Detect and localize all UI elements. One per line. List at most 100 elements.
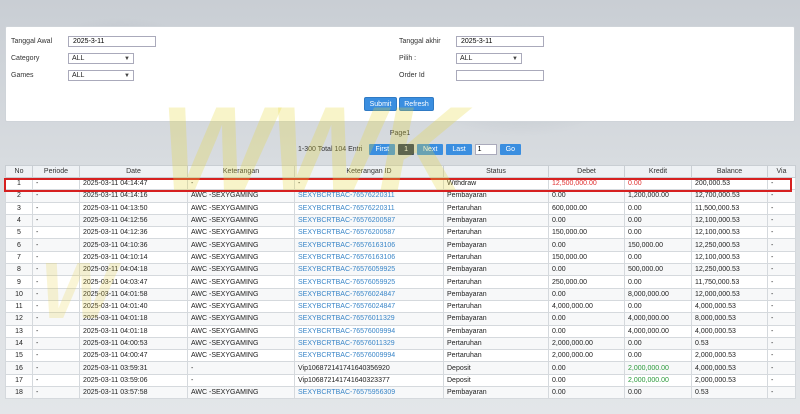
cell-date: 2025-03-11 04:01:18 xyxy=(79,312,188,326)
games-label: Games xyxy=(11,72,34,79)
chevron-down-icon: ▼ xyxy=(124,55,130,62)
cell-kredit: 0.00 xyxy=(624,336,692,351)
cell-date: 2025-03-11 04:13:50 xyxy=(79,201,188,215)
table-row: 8-2025-03-11 04:04:18 AWC -SEXYGAMING SEXY… xyxy=(5,263,796,277)
cell-keterangan-id[interactable]: SEXYBCRTBAC-76576011329 xyxy=(294,336,444,351)
cell-kredit: 8,000,000.00 xyxy=(624,287,692,301)
cell-no: 4 xyxy=(5,213,33,228)
tanggal-awal-input[interactable] xyxy=(68,36,156,47)
table-row: 6-2025-03-11 04:10:36 AWC -SEXYGAMING SEXY… xyxy=(5,238,796,252)
order-id-input[interactable] xyxy=(456,70,544,81)
pilih-select[interactable]: ALL ▼ xyxy=(456,53,522,64)
table-row: 18-2025-03-11 03:57:58 AWC -SEXYGAMING SEX… xyxy=(5,386,796,400)
cell-periode: - xyxy=(32,373,80,388)
tanggal-akhir-row: Tanggal akhir xyxy=(399,36,544,47)
cell-keterangan-id[interactable]: SEXYBCRTBAC-76576200587 xyxy=(294,226,444,240)
cell-kredit: 0.00 xyxy=(624,299,692,314)
cell-keterangan-id[interactable]: SEXYBCRTBAC-76576009994 xyxy=(294,324,444,338)
cell-keterangan-id[interactable]: SEXYBCRTBAC-76576059925 xyxy=(294,275,444,289)
cell-keterangan: AWC -SEXYGAMING xyxy=(187,238,295,252)
cell-balance: 12,100,000.53 xyxy=(691,250,768,265)
cell-debet: 250,000.00 xyxy=(548,275,625,289)
cell-date: 2025-03-11 04:12:36 xyxy=(79,226,188,240)
chevron-down-icon: ▼ xyxy=(512,55,518,62)
cell-via: - xyxy=(767,336,796,351)
cell-status: Pertaruhan xyxy=(443,349,549,363)
refresh-button[interactable]: Refresh xyxy=(399,97,434,111)
cell-date: 2025-03-11 04:00:47 xyxy=(79,349,188,363)
cell-periode: - xyxy=(32,299,80,314)
cell-keterangan-id[interactable]: SEXYBCRTBAC-76576024847 xyxy=(294,299,444,314)
cell-no: 17 xyxy=(5,373,33,388)
pilih-select-value: ALL xyxy=(460,55,473,62)
cell-periode: - xyxy=(32,336,80,351)
cell-via: - xyxy=(767,373,796,388)
cell-keterangan-id[interactable]: SEXYBCRTBAC-76576163106 xyxy=(294,250,444,265)
cell-keterangan-id[interactable]: SEXYBCRTBAC-76576220311 xyxy=(294,201,444,215)
cell-kredit: 0.00 xyxy=(624,386,692,400)
col-header-status: Status xyxy=(443,165,549,178)
cell-date: 2025-03-11 04:01:58 xyxy=(79,287,188,301)
first-page-button[interactable]: First xyxy=(369,144,396,155)
last-page-button[interactable]: Last xyxy=(446,144,472,155)
cell-keterangan: AWC -SEXYGAMING xyxy=(187,275,295,289)
cell-date: 2025-03-11 03:59:31 xyxy=(79,361,188,375)
cell-keterangan-id[interactable]: SEXYBCRTBAC-76576200587 xyxy=(294,213,444,228)
cell-keterangan: AWC -SEXYGAMING xyxy=(187,226,295,240)
cell-kredit: 0.00 xyxy=(624,349,692,363)
table-row: 5-2025-03-11 04:12:36 AWC -SEXYGAMING SEXY… xyxy=(5,226,796,240)
games-select[interactable]: ALL ▼ xyxy=(68,70,134,81)
cell-via: - xyxy=(767,324,796,338)
cell-date: 2025-03-11 03:57:58 xyxy=(79,386,188,400)
cell-keterangan-id[interactable]: SEXYBCRTBAC-76576163106 xyxy=(294,238,444,252)
page-number-input[interactable] xyxy=(474,144,497,155)
cell-kredit: 4,000,000.00 xyxy=(624,312,692,326)
cell-periode: - xyxy=(32,312,80,326)
cell-balance: 0.53 xyxy=(691,386,768,400)
cell-kredit: 150,000.00 xyxy=(624,238,692,252)
cell-status: Pembayaran xyxy=(443,287,549,301)
cell-kredit: 2,000,000.00 xyxy=(624,373,692,388)
cell-keterangan-id[interactable]: SEXYBCRTBAC-76576024847 xyxy=(294,287,444,301)
cell-periode: - xyxy=(32,275,80,289)
cell-status: Pertaruhan xyxy=(443,201,549,215)
cell-keterangan: AWC -SEXYGAMING xyxy=(187,299,295,314)
tanggal-akhir-input[interactable] xyxy=(456,36,544,47)
category-select-value: ALL xyxy=(72,55,85,62)
cell-keterangan: AWC -SEXYGAMING xyxy=(187,213,295,228)
cell-keterangan-id[interactable]: SEXYBCRTBAC-76575956309 xyxy=(294,386,444,400)
cell-periode: - xyxy=(32,361,80,375)
cell-periode: - xyxy=(32,349,80,363)
cell-periode: - xyxy=(32,250,80,265)
filter-panel: Tanggal Awal Category ALL ▼ Games ALL ▼ … xyxy=(5,26,795,122)
cell-no: 13 xyxy=(5,324,33,338)
go-button[interactable]: Go xyxy=(499,144,521,155)
table-row: 16-2025-03-11 03:59:31- Vip10687214174164… xyxy=(5,361,796,375)
cell-status: Pembayaran xyxy=(443,263,549,277)
cell-keterangan-id[interactable]: SEXYBCRTBAC-76576011329 xyxy=(294,312,444,326)
cell-keterangan: AWC -SEXYGAMING xyxy=(187,386,295,400)
cell-via: - xyxy=(767,250,796,265)
cell-date: 2025-03-11 04:10:36 xyxy=(79,238,188,252)
cell-no: 8 xyxy=(5,263,33,277)
current-page-button[interactable]: 1 xyxy=(398,144,414,155)
cell-via: - xyxy=(767,361,796,375)
cell-debet: 600,000.00 xyxy=(548,201,625,215)
submit-button[interactable]: Submit xyxy=(364,97,397,111)
cell-keterangan: AWC -SEXYGAMING xyxy=(187,336,295,351)
next-page-button[interactable]: Next xyxy=(417,144,444,155)
cell-debet: 0.00 xyxy=(548,386,625,400)
cell-debet: 0.00 xyxy=(548,213,625,228)
col-header-date: Date xyxy=(79,165,188,178)
cell-balance: 12,000,000.53 xyxy=(691,287,768,301)
cell-keterangan-id[interactable]: SEXYBCRTBAC-76576009994 xyxy=(294,349,444,363)
cell-via: - xyxy=(767,386,796,400)
category-select[interactable]: ALL ▼ xyxy=(68,53,134,64)
cell-keterangan-id[interactable]: SEXYBCRTBAC-76576059925 xyxy=(294,263,444,277)
cell-kredit: 0.00 xyxy=(624,275,692,289)
cell-debet: 0.00 xyxy=(548,263,625,277)
cell-status: Deposit xyxy=(443,361,549,375)
cell-status: Pertaruhan xyxy=(443,336,549,351)
pagination-total: 1-300 Total 104 Entri xyxy=(298,146,363,153)
order-id-row: Order Id xyxy=(399,70,544,81)
